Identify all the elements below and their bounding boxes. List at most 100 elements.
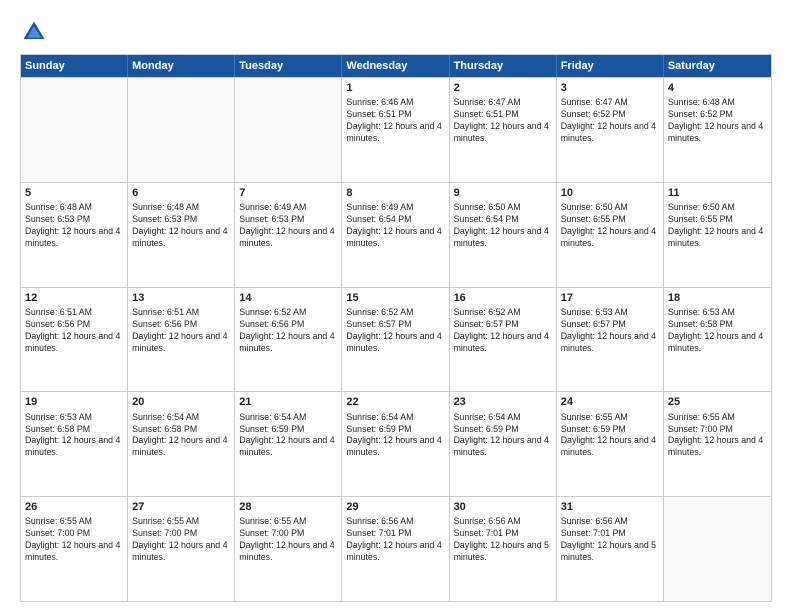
day-info: Sunrise: 6:51 AMSunset: 6:56 PMDaylight:…: [132, 307, 230, 355]
day-info: Sunrise: 6:54 AMSunset: 6:59 PMDaylight:…: [239, 412, 337, 460]
day-number: 27: [132, 500, 230, 514]
day-number: 5: [25, 186, 123, 200]
day-info: Sunrise: 6:48 AMSunset: 6:52 PMDaylight:…: [668, 97, 767, 145]
day-info: Sunrise: 6:55 AMSunset: 6:59 PMDaylight:…: [561, 412, 659, 460]
day-info: Sunrise: 6:53 AMSunset: 6:58 PMDaylight:…: [25, 412, 123, 460]
day-info: Sunrise: 6:55 AMSunset: 7:00 PMDaylight:…: [25, 516, 123, 564]
day-info: Sunrise: 6:55 AMSunset: 7:00 PMDaylight:…: [668, 412, 767, 460]
calendar-day-cell: 7 Sunrise: 6:49 AMSunset: 6:53 PMDaylight…: [235, 183, 342, 287]
day-info: Sunrise: 6:49 AMSunset: 6:53 PMDaylight:…: [239, 202, 337, 250]
calendar-header-cell: Thursday: [450, 55, 557, 77]
calendar-header-cell: Wednesday: [342, 55, 449, 77]
day-number: 11: [668, 186, 767, 200]
logo: [20, 18, 52, 46]
day-number: 6: [132, 186, 230, 200]
calendar-day-cell: 20Sunrise: 6:54 AMSunset: 6:58 PMDayligh…: [128, 392, 235, 496]
day-number: 28: [239, 500, 337, 514]
calendar: SundayMondayTuesdayWednesdayThursdayFrid…: [20, 54, 772, 602]
calendar-day-cell: 3 Sunrise: 6:47 AMSunset: 6:52 PMDaylight…: [557, 78, 664, 182]
calendar-day-cell: 26 Sunrise: 6:55 AMSunset: 7:00 PMDayligh…: [21, 497, 128, 601]
calendar-day-cell: 14 Sunrise: 6:52 AMSunset: 6:56 PMDayligh…: [235, 288, 342, 392]
day-info: Sunrise: 6:50 AMSunset: 6:54 PMDaylight:…: [454, 202, 552, 250]
day-info: Sunrise: 6:56 AMSunset: 7:01 PMDaylight:…: [561, 516, 659, 564]
calendar-day-cell: [235, 78, 342, 182]
header: [20, 18, 772, 46]
calendar-header-cell: Tuesday: [235, 55, 342, 77]
calendar-day-cell: [128, 78, 235, 182]
calendar-header-cell: Saturday: [664, 55, 771, 77]
calendar-day-cell: 2 Sunrise: 6:47 AMSunset: 6:51 PMDaylight…: [450, 78, 557, 182]
day-number: 15: [346, 291, 444, 305]
calendar-day-cell: 27 Sunrise: 6:55 AMSunset: 7:00 PMDayligh…: [128, 497, 235, 601]
day-info: Sunrise: 6:52 AMSunset: 6:56 PMDaylight:…: [239, 307, 337, 355]
day-info: Sunrise: 6:54 AMSunset: 6:58 PMDaylight:…: [132, 412, 230, 460]
day-number: 22: [346, 395, 444, 409]
day-info: Sunrise: 6:52 AMSunset: 6:57 PMDaylight:…: [346, 307, 444, 355]
day-number: 10: [561, 186, 659, 200]
day-number: 8: [346, 186, 444, 200]
calendar-day-cell: 6 Sunrise: 6:48 AMSunset: 6:53 PMDaylight…: [128, 183, 235, 287]
day-number: 3: [561, 81, 659, 95]
calendar-day-cell: 30 Sunrise: 6:56 AMSunset: 7:01 PMDayligh…: [450, 497, 557, 601]
day-number: 4: [668, 81, 767, 95]
calendar-day-cell: 17 Sunrise: 6:53 AMSunset: 6:57 PMDayligh…: [557, 288, 664, 392]
day-info: Sunrise: 6:53 AMSunset: 6:57 PMDaylight:…: [561, 307, 659, 355]
calendar-header-cell: Sunday: [21, 55, 128, 77]
calendar-day-cell: 21 Sunrise: 6:54 AMSunset: 6:59 PMDayligh…: [235, 392, 342, 496]
calendar-week-row: 19 Sunrise: 6:53 AMSunset: 6:58 PMDayligh…: [21, 391, 771, 496]
day-info: Sunrise: 6:55 AMSunset: 7:00 PMDaylight:…: [239, 516, 337, 564]
day-number: 9: [454, 186, 552, 200]
calendar-week-row: 1Sunrise: 6:46 AMSunset: 6:51 PMDaylight…: [21, 77, 771, 182]
calendar-day-cell: 11Sunrise: 6:50 AMSunset: 6:55 PMDayligh…: [664, 183, 771, 287]
calendar-day-cell: 1Sunrise: 6:46 AMSunset: 6:51 PMDaylight…: [342, 78, 449, 182]
calendar-day-cell: 25Sunrise: 6:55 AMSunset: 7:00 PMDayligh…: [664, 392, 771, 496]
day-info: Sunrise: 6:52 AMSunset: 6:57 PMDaylight:…: [454, 307, 552, 355]
calendar-day-cell: 24 Sunrise: 6:55 AMSunset: 6:59 PMDayligh…: [557, 392, 664, 496]
calendar-day-cell: 29Sunrise: 6:56 AMSunset: 7:01 PMDayligh…: [342, 497, 449, 601]
calendar-day-cell: 31Sunrise: 6:56 AMSunset: 7:01 PMDayligh…: [557, 497, 664, 601]
day-info: Sunrise: 6:47 AMSunset: 6:51 PMDaylight:…: [454, 97, 552, 145]
calendar-day-cell: 10 Sunrise: 6:50 AMSunset: 6:55 PMDayligh…: [557, 183, 664, 287]
day-number: 19: [25, 395, 123, 409]
day-number: 12: [25, 291, 123, 305]
calendar-day-cell: [664, 497, 771, 601]
calendar-day-cell: 4 Sunrise: 6:48 AMSunset: 6:52 PMDaylight…: [664, 78, 771, 182]
day-number: 1: [346, 81, 444, 95]
day-info: Sunrise: 6:55 AMSunset: 7:00 PMDaylight:…: [132, 516, 230, 564]
day-number: 17: [561, 291, 659, 305]
day-number: 14: [239, 291, 337, 305]
day-number: 24: [561, 395, 659, 409]
day-number: 29: [346, 500, 444, 514]
logo-icon: [20, 18, 48, 46]
day-number: 18: [668, 291, 767, 305]
day-info: Sunrise: 6:53 AMSunset: 6:58 PMDaylight:…: [668, 307, 767, 355]
day-number: 2: [454, 81, 552, 95]
day-number: 16: [454, 291, 552, 305]
day-number: 23: [454, 395, 552, 409]
day-info: Sunrise: 6:54 AMSunset: 6:59 PMDaylight:…: [454, 412, 552, 460]
day-number: 7: [239, 186, 337, 200]
calendar-body: 1Sunrise: 6:46 AMSunset: 6:51 PMDaylight…: [21, 77, 771, 601]
calendar-day-cell: 12Sunrise: 6:51 AMSunset: 6:56 PMDayligh…: [21, 288, 128, 392]
calendar-day-cell: 18 Sunrise: 6:53 AMSunset: 6:58 PMDayligh…: [664, 288, 771, 392]
day-number: 21: [239, 395, 337, 409]
day-info: Sunrise: 6:56 AMSunset: 7:01 PMDaylight:…: [454, 516, 552, 564]
day-number: 30: [454, 500, 552, 514]
day-number: 13: [132, 291, 230, 305]
day-number: 26: [25, 500, 123, 514]
day-info: Sunrise: 6:48 AMSunset: 6:53 PMDaylight:…: [25, 202, 123, 250]
day-info: Sunrise: 6:47 AMSunset: 6:52 PMDaylight:…: [561, 97, 659, 145]
page: SundayMondayTuesdayWednesdayThursdayFrid…: [0, 0, 792, 612]
calendar-day-cell: 19 Sunrise: 6:53 AMSunset: 6:58 PMDayligh…: [21, 392, 128, 496]
calendar-header-row: SundayMondayTuesdayWednesdayThursdayFrid…: [21, 55, 771, 77]
day-info: Sunrise: 6:48 AMSunset: 6:53 PMDaylight:…: [132, 202, 230, 250]
day-info: Sunrise: 6:49 AMSunset: 6:54 PMDaylight:…: [346, 202, 444, 250]
calendar-day-cell: 23 Sunrise: 6:54 AMSunset: 6:59 PMDayligh…: [450, 392, 557, 496]
calendar-day-cell: 8 Sunrise: 6:49 AMSunset: 6:54 PMDaylight…: [342, 183, 449, 287]
day-info: Sunrise: 6:54 AMSunset: 6:59 PMDaylight:…: [346, 412, 444, 460]
calendar-day-cell: [21, 78, 128, 182]
day-info: Sunrise: 6:50 AMSunset: 6:55 PMDaylight:…: [561, 202, 659, 250]
calendar-header-cell: Friday: [557, 55, 664, 77]
calendar-day-cell: 15 Sunrise: 6:52 AMSunset: 6:57 PMDayligh…: [342, 288, 449, 392]
calendar-day-cell: 5 Sunrise: 6:48 AMSunset: 6:53 PMDaylight…: [21, 183, 128, 287]
